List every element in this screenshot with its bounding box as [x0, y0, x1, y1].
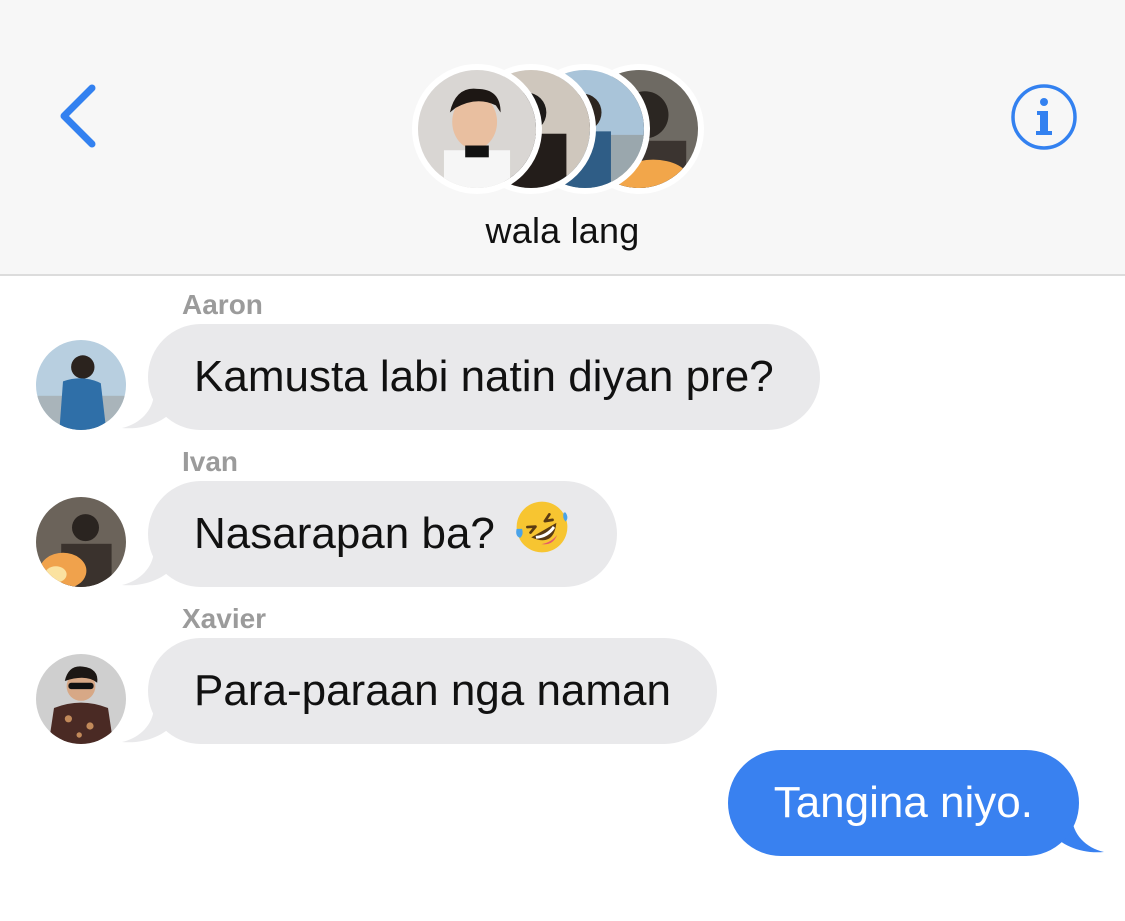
- rolling-on-floor-laughing-emoji: [516, 501, 568, 553]
- info-button[interactable]: [1009, 82, 1079, 152]
- avatar: [412, 64, 542, 194]
- info-circle-icon: [1011, 84, 1077, 150]
- message-bubble[interactable]: Tangina niyo.: [727, 750, 1079, 856]
- sender-name: Aaron: [182, 289, 263, 320]
- conversation-header: wala lang: [0, 0, 1125, 276]
- group-name[interactable]: wala lang: [0, 210, 1125, 252]
- chevron-left-icon: [60, 84, 96, 148]
- sender-name: Xavier: [182, 603, 267, 634]
- avatar[interactable]: [36, 340, 126, 430]
- back-button[interactable]: [52, 78, 112, 154]
- message-text: Tangina niyo.: [773, 778, 1033, 827]
- sender-name: Ivan: [182, 446, 239, 477]
- message-bubble[interactable]: Para-paraan nga naman: [148, 638, 717, 744]
- message-bubble[interactable]: Kamusta labi natin diyan pre?: [148, 324, 820, 430]
- group-avatar-stack[interactable]: [412, 64, 712, 196]
- avatar[interactable]: [36, 497, 126, 587]
- message-text: Para-paraan nga naman: [194, 666, 671, 715]
- message-text: Kamusta labi natin diyan pre?: [194, 352, 774, 401]
- message-text: Nasarapan ba?: [194, 509, 495, 558]
- message-bubble[interactable]: Nasarapan ba?: [148, 481, 618, 587]
- avatar[interactable]: [36, 654, 126, 744]
